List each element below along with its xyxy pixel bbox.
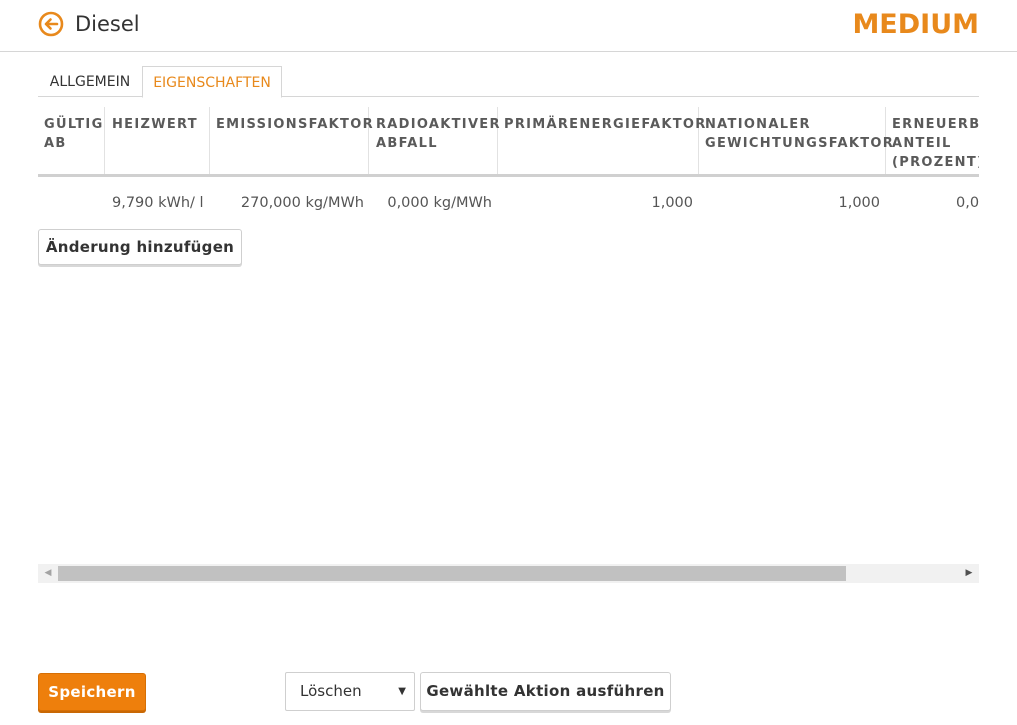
cell-heizwert: 9,790 kWh/ l <box>112 195 204 211</box>
cell-primaerenergiefaktor: 1,000 <box>651 195 693 211</box>
horizontal-scrollbar[interactable]: ◀ ▶ <box>38 564 979 583</box>
cell-nationaler-gewichtungsfaktor: 1,000 <box>838 195 880 211</box>
page-title: Diesel <box>75 12 140 36</box>
add-change-button[interactable]: Änderung hinzufügen <box>38 229 242 265</box>
column-header-heizwert[interactable]: HEIZWERT <box>106 107 210 174</box>
page-header: Diesel MEDIUM <box>0 0 1017 52</box>
back-arrow-icon[interactable] <box>38 11 64 37</box>
action-select-value: Löschen <box>300 682 362 700</box>
properties-table: GÜLTIG AB HEIZWERT EMISSIONSFAKTOR RADIO… <box>38 107 979 225</box>
scrollbar-thumb[interactable] <box>58 566 846 581</box>
run-action-button[interactable]: Gewählte Aktion ausführen <box>420 672 671 711</box>
column-header-erneuerbarer-anteil[interactable]: ERNEUERBA ANTEIL (PROZENT) <box>886 107 979 174</box>
chevron-down-icon: ▼ <box>398 686 406 697</box>
tab-allgemein[interactable]: ALLGEMEIN <box>38 66 142 97</box>
save-button[interactable]: Speichern <box>38 673 146 711</box>
column-header-nationaler-gewichtungsfaktor[interactable]: NATIONALER GEWICHTUNGSFAKTOR <box>699 107 893 174</box>
cell-radioaktiver-abfall: 0,000 kg/MWh <box>387 195 492 211</box>
column-header-emissionsfaktor[interactable]: EMISSIONSFAKTOR <box>210 107 373 174</box>
brand-logo-text: MEDIUM <box>852 9 979 40</box>
column-header-radioaktiver-abfall[interactable]: RADIOAKTIVER ABFALL <box>370 107 499 174</box>
table-row[interactable]: 9,790 kWh/ l 270,000 kg/MWh 0,000 kg/MWh… <box>38 190 979 216</box>
scroll-left-arrow-icon[interactable]: ◀ <box>38 564 58 583</box>
table-header: GÜLTIG AB HEIZWERT EMISSIONSFAKTOR RADIO… <box>38 107 979 177</box>
tab-eigenschaften[interactable]: EIGENSCHAFTEN <box>142 66 282 98</box>
tab-bar: ALLGEMEIN EIGENSCHAFTEN <box>38 66 979 98</box>
action-select[interactable]: Löschen ▼ <box>285 672 415 711</box>
scroll-right-arrow-icon[interactable]: ▶ <box>959 564 979 583</box>
cell-erneuerbarer-anteil: 0,0 <box>956 195 979 211</box>
cell-emissionsfaktor: 270,000 kg/MWh <box>240 195 364 211</box>
column-header-primaerenergiefaktor[interactable]: PRIMÄRENERGIEFAKTOR <box>498 107 705 174</box>
column-header-gueltig-ab[interactable]: GÜLTIG AB <box>38 107 105 174</box>
